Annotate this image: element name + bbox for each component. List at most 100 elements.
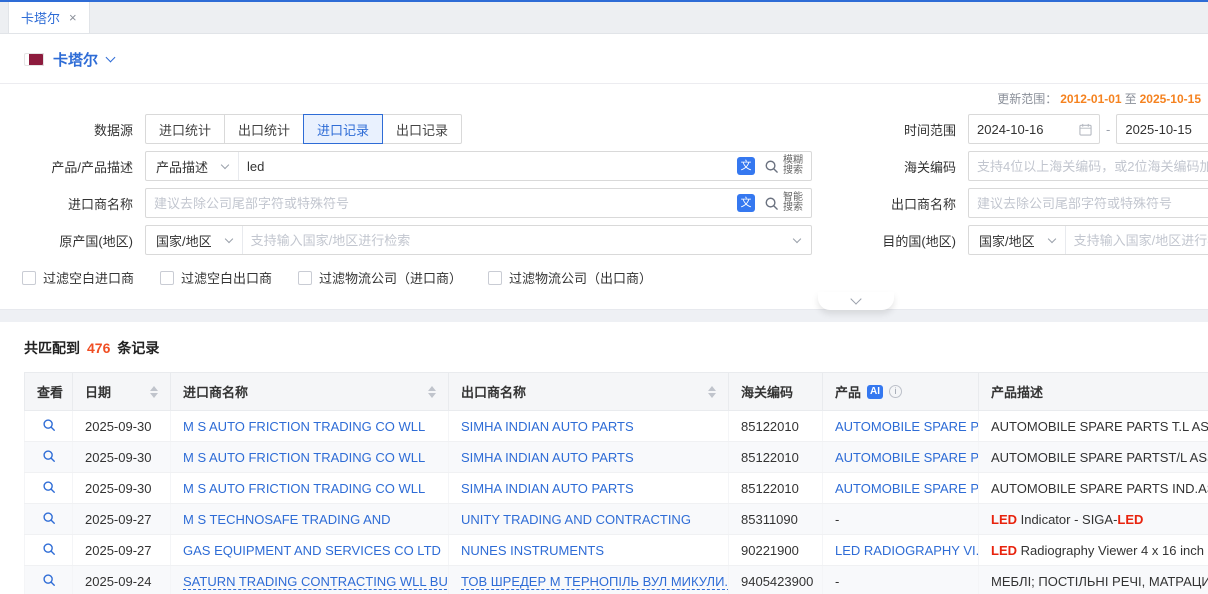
importer-link[interactable]: M S AUTO FRICTION TRADING CO WLL [183, 419, 425, 434]
cell-view [25, 566, 73, 594]
qatar-flag-icon [24, 53, 44, 66]
time-range-start-input[interactable] [968, 114, 1100, 144]
collapse-filters-button[interactable] [818, 292, 894, 310]
cell-product: - [823, 566, 979, 594]
exporter-link[interactable]: UNITY TRADING AND CONTRACTING [461, 512, 691, 527]
country-chevron-down-icon[interactable] [106, 53, 116, 63]
cell-date: 2025-09-30 [73, 473, 171, 504]
destination-input[interactable] [1066, 226, 1208, 254]
tab-close-icon[interactable]: × [69, 10, 77, 25]
fuzzy-search-toggle[interactable]: 模糊 搜索 [762, 156, 811, 176]
cell-exporter: ТОВ ШРЕДЕР М ТЕРНОПІЛЬ ВУЛ МИКУЛИ... [449, 566, 729, 594]
origin-type-select[interactable]: 国家/地区 [146, 226, 243, 254]
dropdown-caret-icon[interactable] [793, 234, 801, 242]
view-record-icon[interactable] [37, 480, 60, 494]
col-importer[interactable]: 进口商名称 [171, 373, 449, 411]
view-record-icon[interactable] [37, 542, 60, 556]
importer-search-group: 文 智能 搜索 [145, 188, 812, 218]
translate-icon[interactable]: 文 [737, 194, 755, 212]
exporter-link[interactable]: NUNES INSTRUMENTS [461, 543, 604, 558]
importer-link[interactable]: M S TECHNOSAFE TRADING AND [183, 512, 391, 527]
search-icon [764, 159, 779, 174]
btn-export-records[interactable]: 出口记录 [382, 114, 462, 144]
cell-view [25, 504, 73, 535]
product-link[interactable]: AUTOMOBILE SPARE P... [835, 450, 979, 465]
col-date[interactable]: 日期 [73, 373, 171, 411]
update-range-label: 更新范围： [997, 92, 1057, 106]
cell-exporter: SIMHA INDIAN AUTO PARTS [449, 411, 729, 442]
exporter-link[interactable]: ТОВ ШРЕДЕР М ТЕРНОПІЛЬ ВУЛ МИКУЛИ... [461, 574, 729, 589]
select-caret-icon [1047, 234, 1055, 242]
table-row: 2025-09-30M S AUTO FRICTION TRADING CO W… [25, 411, 1208, 442]
filter-row-datasource: 数据源 进口统计 出口统计 进口记录 出口记录 时间范围 - [0, 114, 1208, 144]
product-mode-value: 产品描述 [156, 157, 208, 176]
view-record-icon[interactable] [37, 449, 60, 463]
importer-input[interactable] [146, 189, 737, 217]
importer-link[interactable]: SATURN TRADING CONTRACTING WLL BUI... [183, 574, 449, 589]
translate-icon[interactable]: 文 [737, 157, 755, 175]
table-row: 2025-09-24SATURN TRADING CONTRACTING WLL… [25, 566, 1208, 594]
view-record-icon[interactable] [37, 573, 60, 587]
search-icon [764, 196, 779, 211]
checkbox-filter-logistics-importer[interactable]: 过滤物流公司（进口商） [298, 268, 462, 287]
product-empty: - [835, 512, 839, 527]
info-icon[interactable]: i [889, 385, 902, 398]
exporter-link[interactable]: SIMHA INDIAN AUTO PARTS [461, 450, 634, 465]
importer-link[interactable]: M S AUTO FRICTION TRADING CO WLL [183, 450, 425, 465]
col-description: 产品描述 [979, 373, 1208, 411]
select-caret-icon [221, 160, 229, 168]
view-record-icon[interactable] [37, 418, 60, 432]
table-row: 2025-09-27M S TECHNOSAFE TRADING ANDUNIT… [25, 504, 1208, 535]
cell-view [25, 411, 73, 442]
product-mode-select[interactable]: 产品描述 [146, 152, 239, 180]
product-link[interactable]: AUTOMOBILE SPARE P... [835, 481, 979, 496]
checkbox-row: 过滤空白进口商 过滤空白出口商 过滤物流公司（进口商） 过滤物流公司（出口商） [0, 262, 1208, 287]
exporter-input[interactable] [968, 188, 1208, 218]
cell-hs-code: 9405423900 [729, 566, 823, 594]
cell-importer: M S AUTO FRICTION TRADING CO WLL [171, 473, 449, 504]
origin-input[interactable] [243, 226, 794, 254]
filter-row-importer: 进口商名称 文 智能 搜索 出口商名称 [0, 188, 1208, 218]
destination-group: 国家/地区 [968, 225, 1208, 255]
btn-import-statistics[interactable]: 进口统计 [145, 114, 225, 144]
tab-qatar[interactable]: 卡塔尔 × [8, 2, 90, 33]
page-header: 卡塔尔 [0, 34, 1208, 84]
update-range-from: 2012-01-01 [1060, 92, 1121, 106]
exporter-link[interactable]: SIMHA INDIAN AUTO PARTS [461, 481, 634, 496]
smart-search-label-2: 搜索 [783, 203, 803, 213]
desc-segment: AUTOMOBILE SPARE PARTS T.L ASSY ... [991, 419, 1208, 434]
cell-description: AUTOMOBILE SPARE PARTS IND.ASS... [979, 473, 1208, 504]
destination-type-value: 国家/地区 [979, 231, 1035, 250]
time-range-end-input[interactable] [1116, 114, 1208, 144]
desc-segment: Indicator - SIGA- [1017, 512, 1117, 527]
importer-link[interactable]: M S AUTO FRICTION TRADING CO WLL [183, 481, 425, 496]
sort-icons[interactable] [428, 386, 436, 398]
checkbox-filter-blank-importer[interactable]: 过滤空白进口商 [22, 268, 134, 287]
view-record-icon[interactable] [37, 511, 60, 525]
product-link[interactable]: LED RADIOGRAPHY VI... [835, 543, 979, 558]
origin-type-value: 国家/地区 [156, 231, 212, 250]
product-link[interactable]: AUTOMOBILE SPARE P... [835, 419, 979, 434]
importer-label: 进口商名称 [0, 194, 145, 213]
col-product: 产品 AI i [823, 373, 979, 411]
exporter-link[interactable]: SIMHA INDIAN AUTO PARTS [461, 419, 634, 434]
hs-code-input[interactable] [968, 151, 1208, 181]
checkbox-filter-blank-exporter[interactable]: 过滤空白出口商 [160, 268, 272, 287]
cell-date: 2025-09-27 [73, 535, 171, 566]
destination-type-select[interactable]: 国家/地区 [969, 226, 1066, 254]
col-exporter[interactable]: 出口商名称 [449, 373, 729, 411]
checkbox-filter-logistics-exporter[interactable]: 过滤物流公司（出口商） [488, 268, 652, 287]
product-input[interactable] [239, 152, 737, 180]
hs-code-label: 海关编码 [812, 157, 968, 176]
table-row: 2025-09-30M S AUTO FRICTION TRADING CO W… [25, 442, 1208, 473]
time-range-end [1116, 114, 1208, 144]
importer-link[interactable]: GAS EQUIPMENT AND SERVICES CO LTD [183, 543, 441, 558]
sort-icons[interactable] [150, 386, 158, 398]
col-hs-code: 海关编码 [729, 373, 823, 411]
btn-import-records[interactable]: 进口记录 [303, 114, 383, 144]
sort-icons[interactable] [708, 386, 716, 398]
filter-panel: 更新范围：2012-01-01至2025-10-15 数据源 进口统计 出口统计… [0, 84, 1208, 287]
table-row: 2025-09-27 GAS EQUIPMENT AND SERVICES CO … [25, 535, 1208, 566]
smart-search-toggle[interactable]: 智能 搜索 [762, 193, 811, 213]
btn-export-statistics[interactable]: 出口统计 [224, 114, 304, 144]
